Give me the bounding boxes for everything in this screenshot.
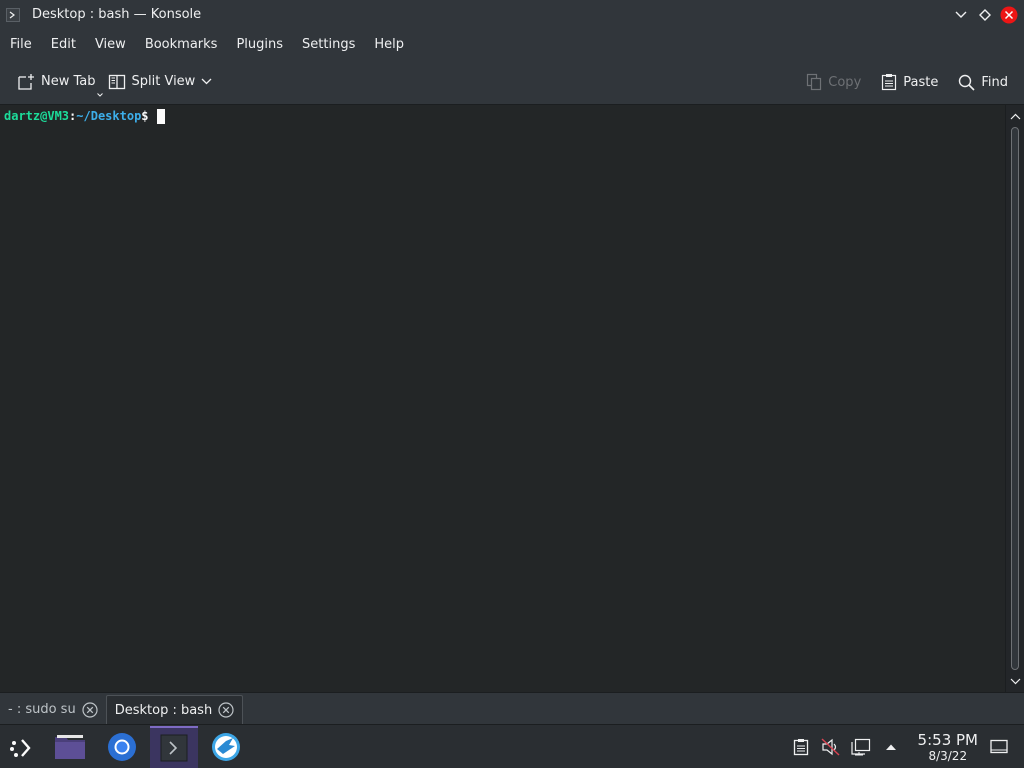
session-tab-label: Desktop : bash [114, 702, 213, 718]
find-button[interactable]: Find [952, 66, 1014, 98]
title-bar[interactable]: Desktop : bash — Konsole [0, 0, 1024, 29]
new-tab-icon [18, 73, 34, 90]
maximize-diamond-icon[interactable] [974, 4, 996, 26]
split-view-label: Split View [131, 74, 196, 89]
show-desktop-icon[interactable] [988, 736, 1010, 758]
digital-clock[interactable]: 5:53 PM 8/3/22 [917, 730, 978, 763]
prompt-user-host: dartz@VM3 [4, 109, 70, 123]
menu-bookmarks[interactable]: Bookmarks [136, 29, 227, 59]
close-tab-icon[interactable] [218, 702, 234, 718]
paste-label: Paste [903, 74, 939, 90]
task-konsole[interactable] [150, 726, 198, 768]
scroll-up-arrow-icon[interactable] [1009, 110, 1021, 122]
search-icon [959, 74, 975, 91]
close-tab-icon[interactable] [82, 701, 98, 718]
split-view-button[interactable]: Split View [102, 66, 225, 98]
menu-help[interactable]: Help [365, 29, 413, 59]
file-manager-icon [55, 735, 85, 759]
system-tray: 5:53 PM 8/3/22 [790, 725, 1024, 768]
prompt-path: ~/Desktop [76, 109, 142, 123]
split-view-icon [108, 74, 125, 89]
show-hidden-arrow-icon[interactable] [880, 736, 902, 758]
chevron-down-icon[interactable] [201, 78, 218, 85]
network-icon[interactable] [850, 736, 872, 758]
menu-view[interactable]: View [86, 29, 135, 59]
scroll-thumb[interactable] [1011, 127, 1019, 670]
copy-label: Copy [828, 74, 862, 90]
taskbar-panel: 5:53 PM 8/3/22 [0, 724, 1024, 768]
menu-plugins[interactable]: Plugins [227, 29, 292, 59]
task-file-manager[interactable] [46, 726, 94, 768]
clock-date: 8/3/22 [928, 748, 968, 763]
window-controls [948, 4, 1020, 26]
konsole-icon [160, 734, 188, 762]
text-cursor [156, 108, 165, 124]
kde-connect-icon [212, 733, 240, 761]
paste-icon [882, 74, 897, 91]
window-title: Desktop : bash — Konsole [32, 7, 202, 22]
paste-button[interactable]: Paste [875, 66, 944, 98]
menu-file[interactable]: File [1, 29, 41, 59]
clock-time: 5:53 PM [917, 730, 978, 749]
close-icon[interactable] [998, 4, 1020, 26]
scroll-down-arrow-icon[interactable] [1009, 675, 1021, 687]
new-tab-label: New Tab [41, 74, 96, 89]
menu-bar: File Edit View Bookmarks Plugins Setting… [0, 29, 1024, 59]
task-chromium[interactable] [98, 726, 146, 768]
session-tab-active[interactable]: Desktop : bash [105, 695, 244, 724]
copy-icon [807, 73, 822, 91]
find-label: Find [981, 74, 1008, 90]
terminal-view[interactable]: dartz@VM3: ~/Desktop $ [0, 105, 1005, 692]
main-toolbar: New Tab Split View Copy Paste Find [0, 59, 1024, 105]
new-tab-button[interactable]: New Tab [11, 66, 103, 98]
vertical-scrollbar[interactable] [1005, 105, 1024, 692]
application-launcher-icon[interactable] [8, 734, 36, 762]
menu-edit[interactable]: Edit [42, 29, 85, 59]
volume-muted-icon[interactable] [820, 736, 842, 758]
menu-settings[interactable]: Settings [293, 29, 364, 59]
prompt-colon: : [69, 109, 77, 123]
chromium-icon [108, 733, 136, 761]
copy-button[interactable]: Copy [800, 66, 867, 98]
session-tab-bar: - : sudo su Desktop : bash [0, 692, 1024, 724]
prompt-symbol: $ [141, 109, 149, 123]
minimize-chevron-icon[interactable] [950, 4, 972, 26]
prompt-line: dartz@VM3: ~/Desktop $ [4, 108, 1001, 124]
task-kde-connect[interactable] [202, 726, 250, 768]
session-tab[interactable]: - : sudo su [0, 695, 106, 724]
konsole-icon [5, 7, 21, 23]
session-tab-label: - : sudo su [8, 702, 76, 717]
clipboard-icon[interactable] [790, 736, 812, 758]
